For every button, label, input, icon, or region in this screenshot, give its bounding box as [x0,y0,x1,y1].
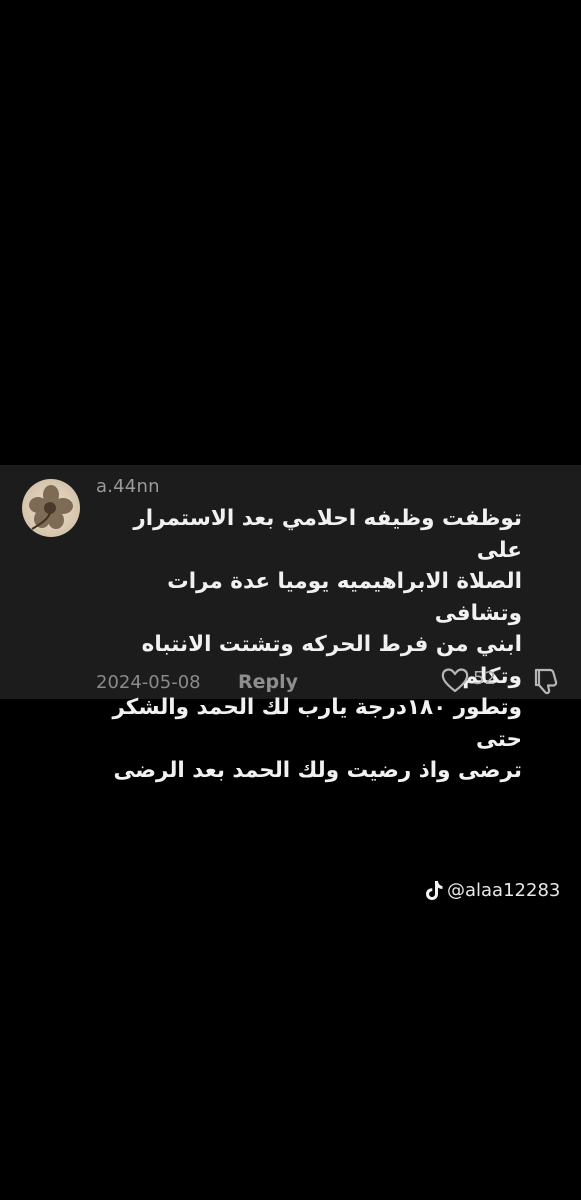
user-avatar[interactable] [22,479,80,537]
like-count: 52 [473,668,496,689]
flower-avatar-icon [29,485,73,530]
tiktok-logo-icon [426,881,443,900]
like-button[interactable] [440,665,470,695]
reply-button[interactable]: Reply [238,671,298,693]
comment-text: توظفت وظيفه احلامي بعد الاستمرار على الص… [112,506,522,783]
comment-card: a.44nn توظفت وظيفه احلامي بعد الاستمرار … [0,465,581,783]
username[interactable]: a.44nn [96,476,160,497]
comment-date: 2024-05-08 [96,672,201,693]
watermark: @alaa12283 [424,878,560,902]
watermark-handle: @alaa12283 [447,879,561,901]
heart-icon [441,668,469,693]
dislike-button[interactable] [530,665,562,697]
thumbs-down-icon [534,668,558,695]
